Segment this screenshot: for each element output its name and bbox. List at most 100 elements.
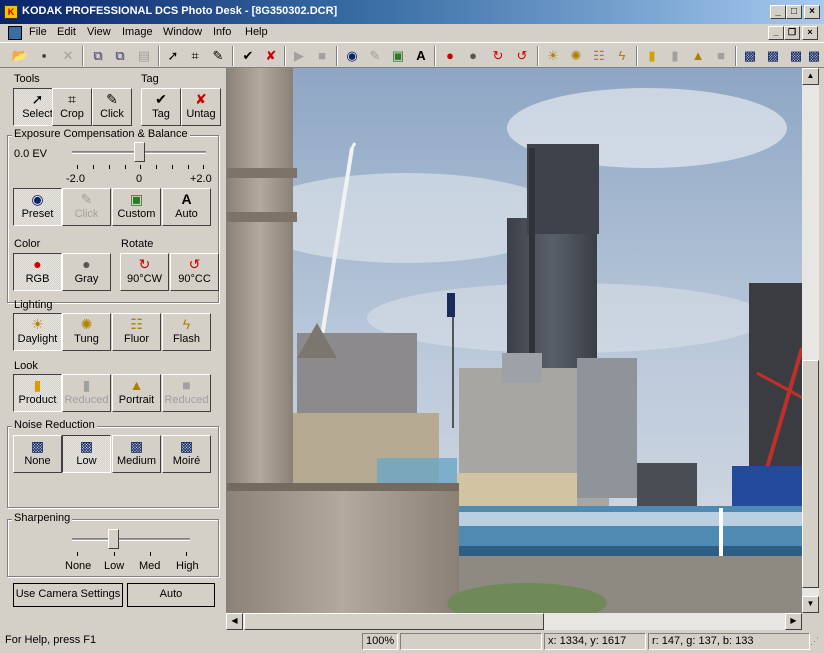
product-look-icon[interactable]: ▮: [642, 46, 662, 66]
scroll-right-icon[interactable]: ▶: [785, 613, 802, 630]
gray-icon[interactable]: ●: [463, 46, 483, 66]
menu-edit[interactable]: Edit: [57, 26, 76, 38]
menu-image[interactable]: Image: [122, 26, 153, 38]
vertical-scrollbar[interactable]: ▲ ▼: [802, 68, 819, 613]
noise-medium-icon[interactable]: ▩: [786, 46, 806, 66]
lighting-tung-button[interactable]: ✺ Tung: [62, 313, 111, 351]
document-icon[interactable]: [8, 26, 22, 40]
vertical-scroll-thumb[interactable]: [802, 360, 819, 588]
reduced-icon: ▮: [82, 377, 91, 393]
noise-low-button[interactable]: ▩ Low: [62, 435, 111, 473]
tag-icon[interactable]: ✔: [238, 46, 258, 66]
menu-help[interactable]: Help: [245, 26, 268, 38]
close-button[interactable]: ×: [804, 5, 820, 19]
tungsten-icon[interactable]: ✺: [566, 46, 586, 66]
portrait-look-icon[interactable]: ▲: [688, 46, 708, 66]
tool-click-button[interactable]: ✎ Click: [92, 88, 132, 126]
balance-auto-button[interactable]: A Auto: [162, 188, 211, 226]
lighting-fluor-button[interactable]: ☷ Fluor: [112, 313, 161, 351]
rotate-ccw-icon[interactable]: ↺: [512, 46, 532, 66]
noise-none-button[interactable]: ▩ None: [13, 435, 62, 473]
flash-icon: ϟ: [182, 316, 191, 332]
copy-icon[interactable]: ⧉: [88, 46, 108, 66]
noise-low-icon[interactable]: ▩: [763, 46, 783, 66]
rotate-ccw-icon: ↺: [188, 256, 201, 272]
reduced-look-icon[interactable]: ▮: [665, 46, 685, 66]
rgb-icon[interactable]: ●: [440, 46, 460, 66]
flash-icon[interactable]: ϟ: [612, 46, 632, 66]
status-blank-pane: [400, 633, 542, 650]
maximize-button[interactable]: □: [786, 5, 802, 19]
untag-button[interactable]: ✘ Untag: [181, 88, 221, 126]
balance-custom-button[interactable]: ▣ Custom: [112, 188, 161, 226]
slider-tick: [188, 165, 189, 169]
sharpening-legend: Sharpening: [12, 512, 73, 524]
mdi-restore-button[interactable]: ❐: [784, 26, 800, 40]
rotate-cw-button[interactable]: ↻ 90°CW: [120, 253, 169, 291]
select-arrow-icon[interactable]: ➚: [163, 46, 183, 66]
balance-preset-button[interactable]: ◉ Preset: [13, 188, 62, 226]
menu-info[interactable]: Info: [213, 26, 231, 38]
custom-balance-icon[interactable]: ▣: [388, 46, 408, 66]
menu-file[interactable]: File: [29, 26, 47, 38]
rotate-ccw-button[interactable]: ↺ 90°CC: [170, 253, 219, 291]
print-icon[interactable]: ▤: [134, 46, 154, 66]
lighting-flash-button[interactable]: ϟ Flash: [162, 313, 211, 351]
mdi-close-button[interactable]: ×: [802, 26, 818, 40]
menu-window[interactable]: Window: [163, 26, 202, 38]
minimize-button[interactable]: _: [770, 5, 786, 19]
sharpening-slider-thumb[interactable]: [108, 529, 119, 549]
horizontal-scrollbar[interactable]: ◀ ▶: [226, 613, 802, 630]
noise-medium-button[interactable]: ▩ Medium: [112, 435, 161, 473]
look-reduced-2-button[interactable]: ■ Reduced: [162, 374, 211, 412]
look-product-button[interactable]: ▮ Product: [13, 374, 62, 412]
menu-bar: File Edit View Image Window Info Help _ …: [0, 24, 824, 42]
sharpening-tick-low: Low: [104, 560, 125, 572]
daylight-icon[interactable]: ☀: [543, 46, 563, 66]
eyedropper-icon[interactable]: ✎: [208, 46, 228, 66]
toolbar-separator: [284, 46, 286, 66]
resize-grip-icon[interactable]: ⋰: [810, 636, 822, 650]
noise-moire-button[interactable]: ▩ Moiré: [162, 435, 211, 473]
paste-icon[interactable]: ⧉: [110, 46, 130, 66]
color-rgb-button[interactable]: ● RGB: [13, 253, 62, 291]
photo-canvas[interactable]: [226, 68, 802, 613]
custom-balance-icon: ▣: [129, 191, 144, 207]
sharpening-slider-track[interactable]: [72, 538, 190, 541]
tag-button[interactable]: ✔ Tag: [141, 88, 181, 126]
color-gray-button[interactable]: ● Gray: [62, 253, 111, 291]
mdi-minimize-button[interactable]: _: [768, 26, 784, 40]
save-icon[interactable]: ▪: [34, 46, 54, 66]
menu-view[interactable]: View: [87, 26, 111, 38]
lighting-daylight-button[interactable]: ☀ Daylight: [13, 313, 62, 351]
toolbar-separator: [336, 46, 338, 66]
noise-moire-icon[interactable]: ▩: [804, 46, 824, 66]
look-reduced-button[interactable]: ▮ Reduced: [62, 374, 111, 412]
scroll-down-icon[interactable]: ▼: [802, 596, 819, 613]
tool-crop-button[interactable]: ⌗ Crop: [52, 88, 92, 126]
play-icon[interactable]: ▶: [289, 46, 309, 66]
fluorescent-icon[interactable]: ☷: [589, 46, 609, 66]
scroll-up-icon[interactable]: ▲: [802, 68, 819, 85]
reduced-look-2-icon[interactable]: ■: [711, 46, 731, 66]
exposure-slider-thumb[interactable]: [134, 142, 145, 162]
click-balance-icon[interactable]: ✎: [365, 46, 385, 66]
checkmark-icon: ✔: [155, 91, 167, 107]
untag-icon[interactable]: ✘: [261, 46, 281, 66]
balance-click-button[interactable]: ✎ Click: [62, 188, 111, 226]
auto-button[interactable]: Auto: [127, 583, 215, 607]
horizontal-scroll-thumb[interactable]: [244, 613, 544, 630]
close-doc-icon[interactable]: ✕: [58, 46, 78, 66]
preset-icon[interactable]: ◉: [342, 46, 362, 66]
preset-icon: ◉: [31, 191, 44, 207]
open-icon[interactable]: 📂: [10, 46, 30, 66]
use-camera-settings-button[interactable]: Use Camera Settings: [13, 583, 123, 607]
scroll-left-icon[interactable]: ◀: [226, 613, 243, 630]
look-portrait-button[interactable]: ▲ Portrait: [112, 374, 161, 412]
auto-balance-icon[interactable]: A: [411, 46, 431, 66]
crop-icon[interactable]: ⌗: [185, 46, 205, 66]
rotate-cw-icon[interactable]: ↻: [488, 46, 508, 66]
kodak-app-icon[interactable]: K: [4, 5, 18, 19]
stop-icon[interactable]: ■: [312, 46, 332, 66]
noise-none-icon[interactable]: ▩: [740, 46, 760, 66]
